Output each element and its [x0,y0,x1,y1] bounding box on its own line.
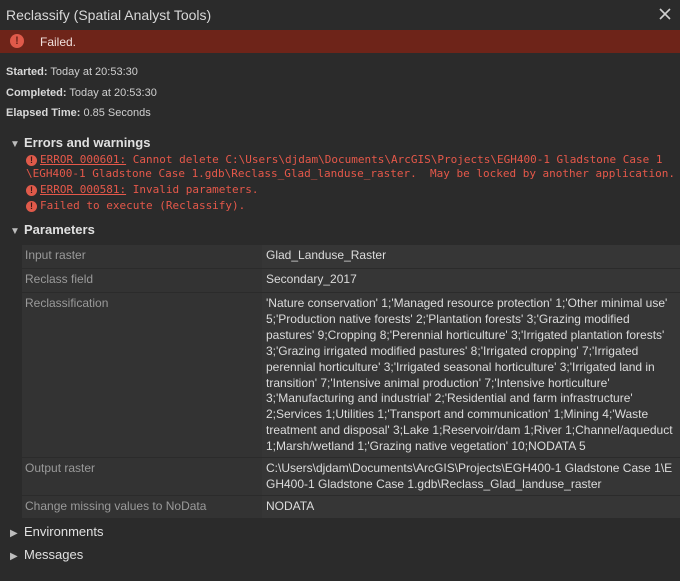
status-text: Failed. [40,35,77,49]
error-icon [26,154,37,166]
messages-section-header[interactable]: ▶ Messages [10,547,83,563]
param-row-output-raster: Output raster C:\Users\djdam\Documents\A… [22,458,680,496]
error-icon [26,200,37,212]
param-value: 'Nature conservation' 1;'Managed resourc… [262,293,680,457]
elapsed-label: Elapsed Time: [6,107,81,119]
parameters-heading: Parameters [24,222,95,237]
error-message-2: ERROR 000581: Invalid parameters. [40,183,259,196]
error-icon [10,34,24,48]
status-banner: Failed. [0,30,680,53]
messages-heading: Messages [24,547,84,562]
param-value: Glad_Landuse_Raster [262,245,680,268]
param-key: Output raster [22,458,262,495]
chevron-right-icon: ▶ [10,551,18,562]
param-row-reclassification: Reclassification 'Nature conservation' 1… [22,293,680,458]
errors-section-header[interactable]: ▼ Errors and warnings [10,135,150,151]
started-label: Started: [6,66,48,78]
param-key: Input raster [22,245,262,268]
chevron-down-icon: ▼ [10,226,20,237]
close-icon[interactable] [656,5,674,23]
param-value: C:\Users\djdam\Documents\ArcGIS\Projects… [262,458,680,495]
completed-label: Completed: [6,87,67,99]
error-code-link[interactable]: ERROR 000601: [40,153,126,166]
chevron-down-icon: ▼ [10,139,20,150]
param-row-missing-values: Change missing values to NoData NODATA [22,496,680,519]
error-message-1-cont: \EGH400-1 Gladstone Case 1.gdb\Reclass_G… [26,167,676,180]
param-key: Reclassification [22,293,262,457]
elapsed-value: 0.85 Seconds [83,107,151,119]
completed-value: Today at 20:53:30 [69,87,157,99]
error-code-link[interactable]: ERROR 000581: [40,183,126,196]
elapsed-info: Elapsed Time: 0.85 Seconds [6,107,151,119]
environments-section-header[interactable]: ▶ Environments [10,524,103,540]
param-row-reclass-field: Reclass field Secondary_2017 [22,269,680,293]
environments-heading: Environments [24,524,104,539]
started-value: Today at 20:53:30 [50,66,138,78]
parameters-section-header[interactable]: ▼ Parameters [10,222,95,238]
started-info: Started: Today at 20:53:30 [6,66,138,78]
completed-info: Completed: Today at 20:53:30 [6,87,157,99]
errors-heading: Errors and warnings [24,135,151,150]
error-icon [26,184,37,196]
title-bar: Reclassify (Spatial Analyst Tools) [0,0,680,30]
error-message-3: Failed to execute (Reclassify). [40,199,246,212]
param-key: Change missing values to NoData [22,496,262,518]
param-value: Secondary_2017 [262,269,680,292]
param-key: Reclass field [22,269,262,292]
error-message-1: ERROR 000601: Cannot delete C:\Users\djd… [40,153,663,166]
parameters-table: Input raster Glad_Landuse_Raster Reclass… [22,245,680,519]
window-title: Reclassify (Spatial Analyst Tools) [6,7,212,23]
param-row-input-raster: Input raster Glad_Landuse_Raster [22,245,680,269]
param-value: NODATA [262,496,680,518]
chevron-right-icon: ▶ [10,528,18,539]
